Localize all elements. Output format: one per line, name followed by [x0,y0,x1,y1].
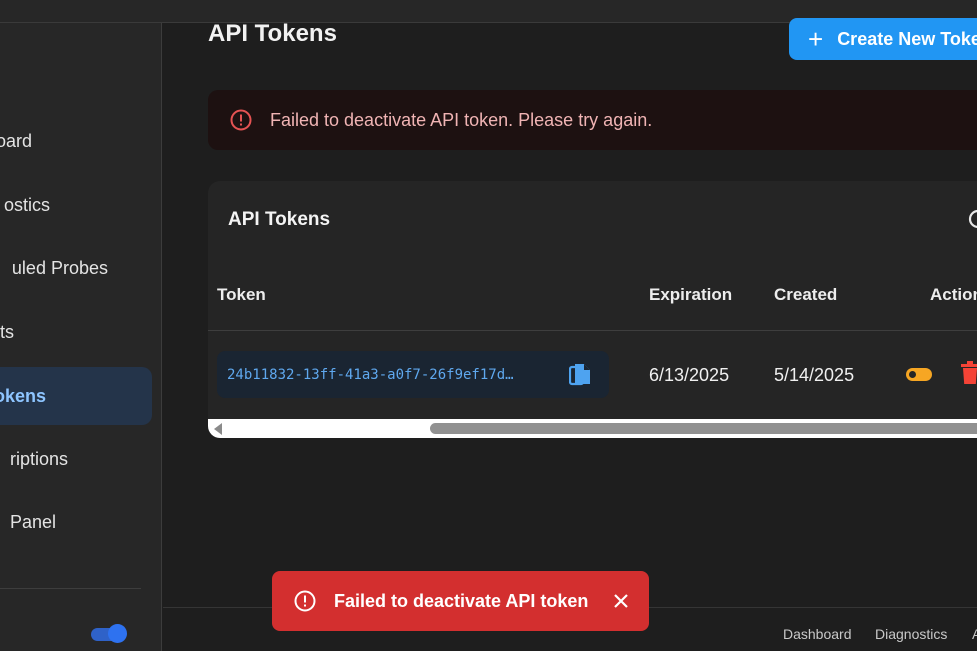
token-chip: 24b11832-13ff-41a3-a0f7-26f9ef17d… [217,351,609,398]
footer-link-diagnostics[interactable]: Diagnostics [875,626,947,642]
footer-link-more[interactable]: A [972,626,977,642]
search-icon[interactable] [968,209,977,238]
column-header-created[interactable]: Created [774,285,837,305]
sidebar-item-alerts[interactable]: ts [0,303,152,361]
expiration-cell: 6/13/2025 [649,365,730,385]
sidebar-item-dashboard[interactable]: oard [0,112,152,170]
column-header-expiration[interactable]: Expiration [649,285,732,305]
toggle-thumb [108,624,127,643]
create-new-token-button[interactable]: + Create New Toke [789,18,977,60]
created-cell: 5/14/2025 [774,365,855,385]
toggle-icon[interactable] [906,368,932,381]
sidebar-item-diagnostics[interactable]: ostics [0,176,152,234]
header-divider [208,330,977,331]
scroll-left-arrow-icon[interactable] [214,423,222,435]
sidebar-item-label: uled Probes [11,257,108,278]
error-circle-icon [230,109,252,131]
page-title: API Tokens [208,20,337,47]
close-icon[interactable] [612,592,630,615]
error-toast: Failed to deactivate API token [272,571,649,631]
token-value: 24b11832-13ff-41a3-a0f7-26f9ef17d… [227,366,514,383]
plus-icon: + [808,24,824,54]
sidebar-item-label: oard [0,130,32,151]
column-header-action: Action [930,285,977,304]
horizontal-scrollbar[interactable] [208,419,977,438]
sidebar-item-subscriptions[interactable]: riptions [0,430,152,488]
sidebar-item-label: okens [0,385,46,406]
theme-toggle[interactable] [91,624,127,643]
copy-icon[interactable] [568,363,591,392]
footer-link-dashboard[interactable]: Dashboard [783,626,852,642]
sidebar: oard ostics uled Probes ts okens ription… [0,23,162,651]
scrollbar-thumb[interactable] [430,423,977,434]
toast-message: Failed to deactivate API token [334,590,589,611]
sidebar-item-label: Panel [9,511,56,532]
sidebar-item-api-tokens[interactable]: okens [0,367,152,425]
column-header-token[interactable]: Token [217,285,266,305]
alert-message: Failed to deactivate API token. Please t… [270,109,653,130]
create-button-label: Create New Toke [837,28,977,49]
error-alert: Failed to deactivate API token. Please t… [208,90,977,150]
main-content: API Tokens + Create New Toke Failed to d… [163,18,977,651]
sidebar-item-scheduled-probes[interactable]: uled Probes [0,239,152,297]
api-tokens-card: API Tokens Token Expiration Created Acti… [208,181,977,438]
sidebar-item-label: riptions [9,448,68,469]
sidebar-item-admin-panel[interactable]: Panel [0,493,152,551]
trash-icon[interactable] [960,361,977,390]
card-title: API Tokens [228,209,331,230]
error-circle-icon [294,590,316,612]
sidebar-divider [0,588,141,589]
sidebar-item-label: ts [0,321,14,342]
sidebar-item-label: ostics [3,194,50,215]
